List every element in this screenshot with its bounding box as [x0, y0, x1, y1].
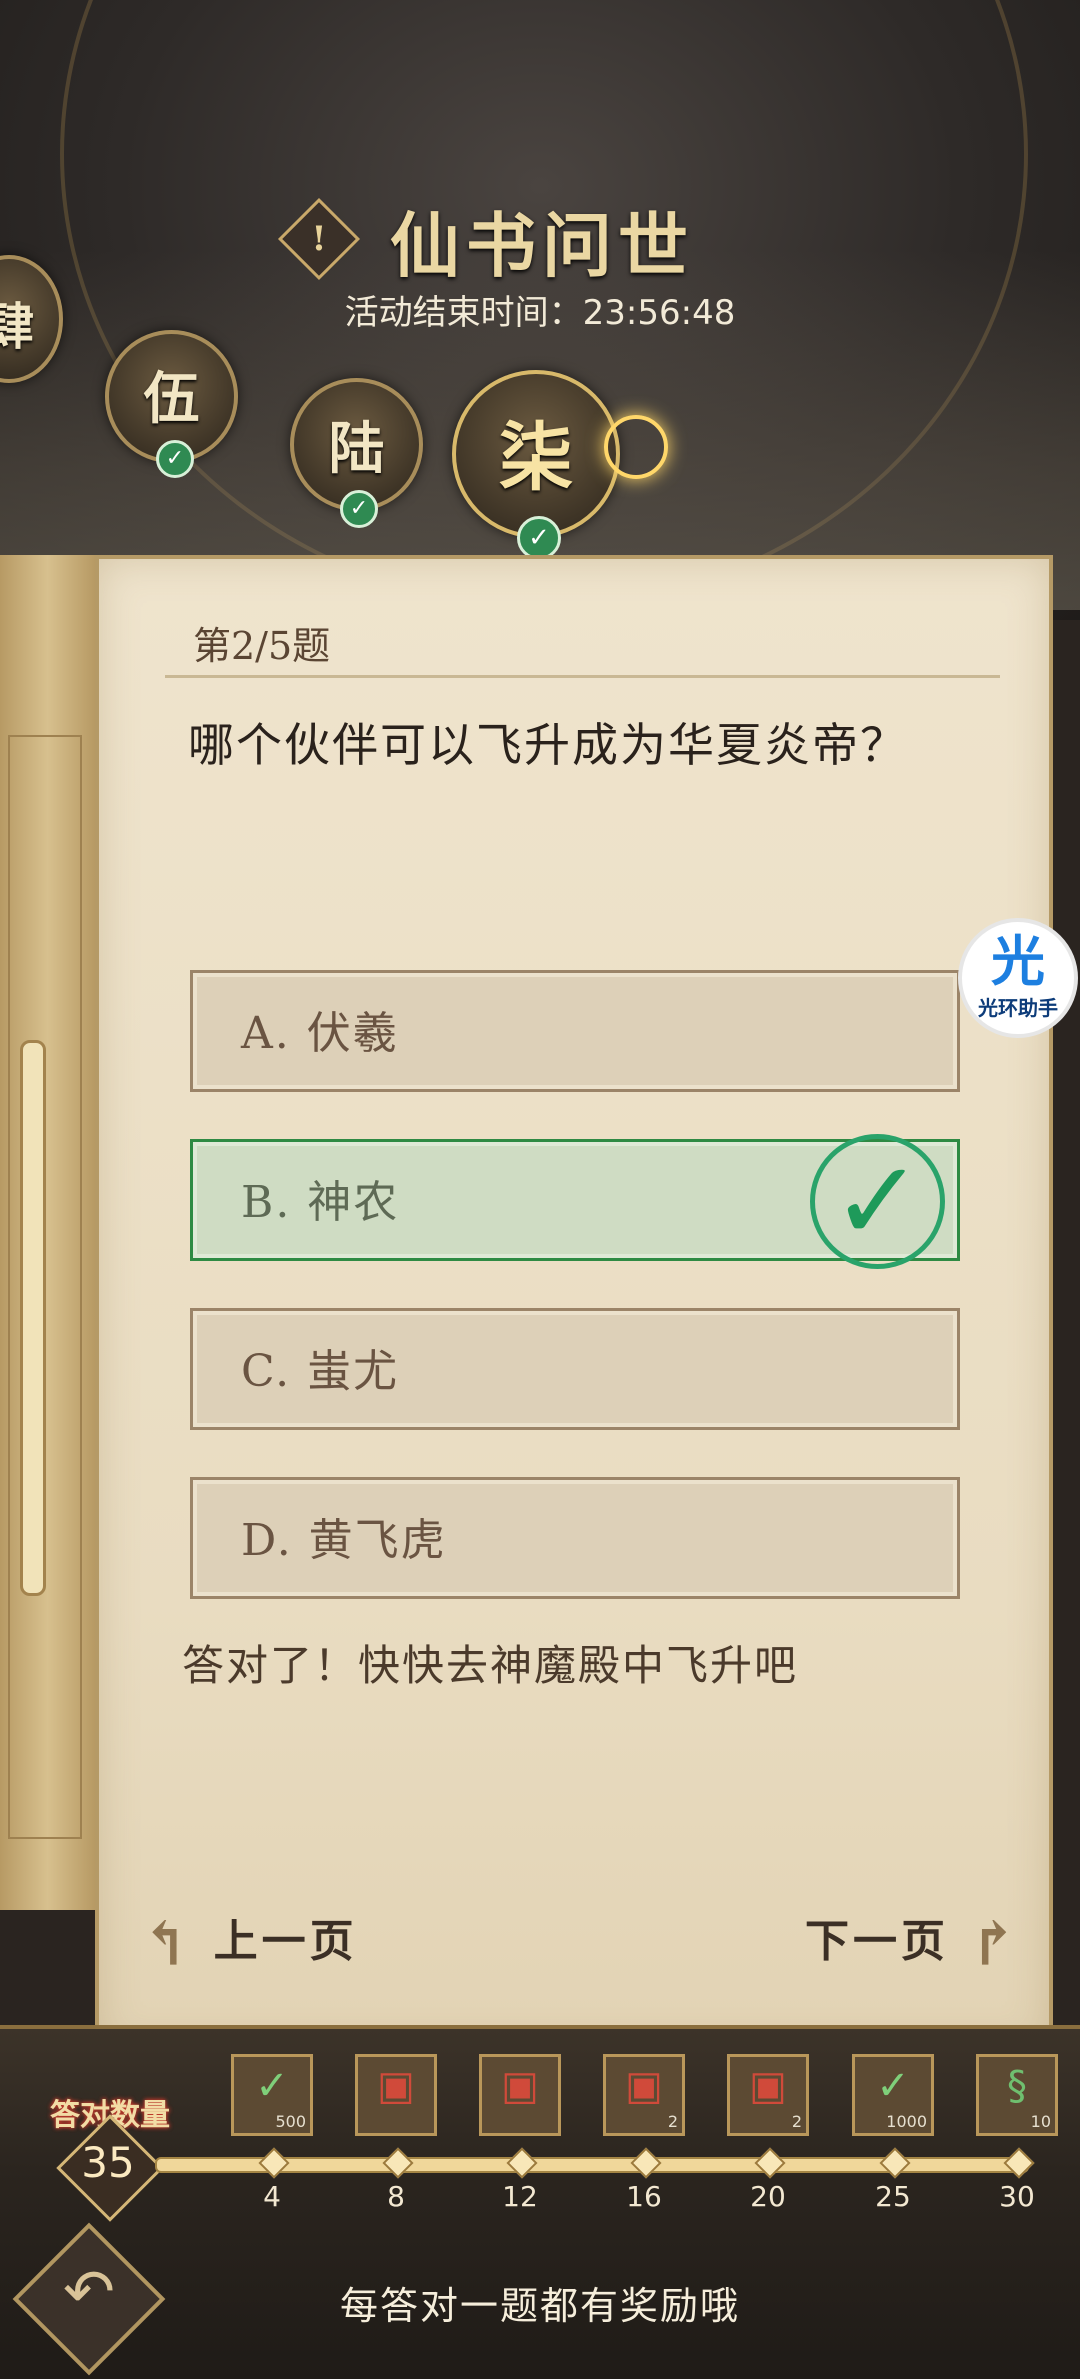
page-title: 仙书问世 — [390, 204, 694, 287]
jade-icon: ✓ — [255, 2063, 289, 2109]
option-d[interactable]: D. 黄飞虎 — [190, 1477, 960, 1599]
timer-value: 23:56:48 — [582, 293, 736, 333]
prev-page-button[interactable]: ↰ 上一页 — [140, 1905, 358, 1980]
helper-logo-icon: 光 — [991, 930, 1045, 993]
chapter-label: 肆 — [0, 297, 34, 356]
check-icon: ✓ — [156, 440, 194, 478]
option-label: B. 神农 — [241, 1177, 400, 1228]
next-page-label: 下一页 — [805, 1916, 949, 1967]
option-b[interactable]: B. 神农 ✓ — [190, 1134, 960, 1269]
check-icon: ✓ — [517, 516, 561, 560]
reward-4[interactable]: ▣ 2 — [603, 2054, 685, 2136]
milestone-label: 30 — [999, 2180, 1035, 2213]
milestone-label: 20 — [750, 2180, 786, 2213]
arrow-left-icon: ↰ — [140, 1909, 195, 1980]
info-button[interactable]: ! — [277, 197, 361, 281]
option-label: C. 蚩尤 — [241, 1346, 400, 1397]
option-label: A. 伏羲 — [241, 1008, 399, 1059]
chest-icon: ▣ — [501, 2063, 539, 2109]
reward-1[interactable]: ✓ 500 — [231, 2054, 313, 2136]
option-a[interactable]: A. 伏羲 — [190, 970, 960, 1092]
helper-label: 光环助手 — [978, 996, 1058, 1020]
title-bar: ! 仙书问世 — [277, 190, 810, 287]
milestone-label: 16 — [626, 2180, 662, 2213]
timer-label: 活动结束时间： — [344, 293, 583, 333]
chapter-5[interactable]: 伍 ✓ — [105, 330, 238, 478]
reward-qty: 500 — [275, 2112, 306, 2131]
correct-check-icon: ✓ — [810, 1134, 945, 1269]
reward-6[interactable]: ✓ 1000 — [852, 2054, 934, 2136]
chapter-label: 伍 — [143, 366, 200, 432]
milestone-label: 8 — [387, 2180, 405, 2213]
reward-7[interactable]: § 10 — [976, 2054, 1058, 2136]
check-icon: ✓ — [340, 490, 378, 528]
question-number: 第2/5题 — [193, 624, 331, 668]
correct-count-value: 35 — [81, 2138, 135, 2187]
event-timer: 活动结束时间：23:56:48 — [0, 285, 1080, 334]
next-page-button[interactable]: 下一页 ↱ — [805, 1905, 1023, 1980]
jade-icon: ✓ — [876, 2063, 910, 2109]
reward-qty: 2 — [791, 2112, 802, 2131]
milestone-label: 25 — [875, 2180, 911, 2213]
reward-3[interactable]: ▣ — [479, 2054, 561, 2136]
prev-page-label: 上一页 — [213, 1916, 358, 1967]
answer-feedback: 答对了！快快去神魔殿中飞升吧 — [182, 1641, 799, 1690]
reward-qty: 1000 — [886, 2112, 927, 2131]
dragon-icon: § — [1007, 2063, 1027, 2109]
floating-helper-button[interactable]: 光 光环助手 — [958, 918, 1078, 1038]
chapter-7-current[interactable]: 柒 ✓ — [452, 370, 620, 560]
question-text: 哪个伙伴可以飞升成为华夏炎帝？ — [188, 718, 908, 772]
chest-icon: ▣ — [625, 2063, 663, 2109]
chest-icon: ▣ — [377, 2063, 415, 2109]
chapter-6[interactable]: 陆 ✓ — [290, 378, 423, 528]
info-icon: ! — [311, 219, 327, 259]
divider — [165, 675, 1000, 678]
reward-5[interactable]: ▣ 2 — [727, 2054, 809, 2136]
reward-2[interactable]: ▣ — [355, 2054, 437, 2136]
reward-qty: 10 — [1030, 2112, 1051, 2131]
milestone-label: 12 — [502, 2180, 538, 2213]
chapter-label: 柒 — [499, 415, 573, 501]
arrow-right-icon: ↱ — [968, 1909, 1023, 1980]
sparkle-icon — [604, 415, 668, 479]
side-panel — [0, 555, 99, 1910]
chapter-label: 陆 — [328, 416, 385, 482]
option-c[interactable]: C. 蚩尤 — [190, 1308, 960, 1430]
milestone-label: 4 — [263, 2180, 281, 2213]
option-label: D. 黄飞虎 — [241, 1515, 447, 1566]
chest-icon: ▣ — [749, 2063, 787, 2109]
reward-qty: 2 — [667, 2112, 678, 2131]
reward-tip: 每答对一题都有奖励哦 — [339, 2284, 740, 2328]
scrollbar[interactable] — [20, 1040, 46, 1596]
